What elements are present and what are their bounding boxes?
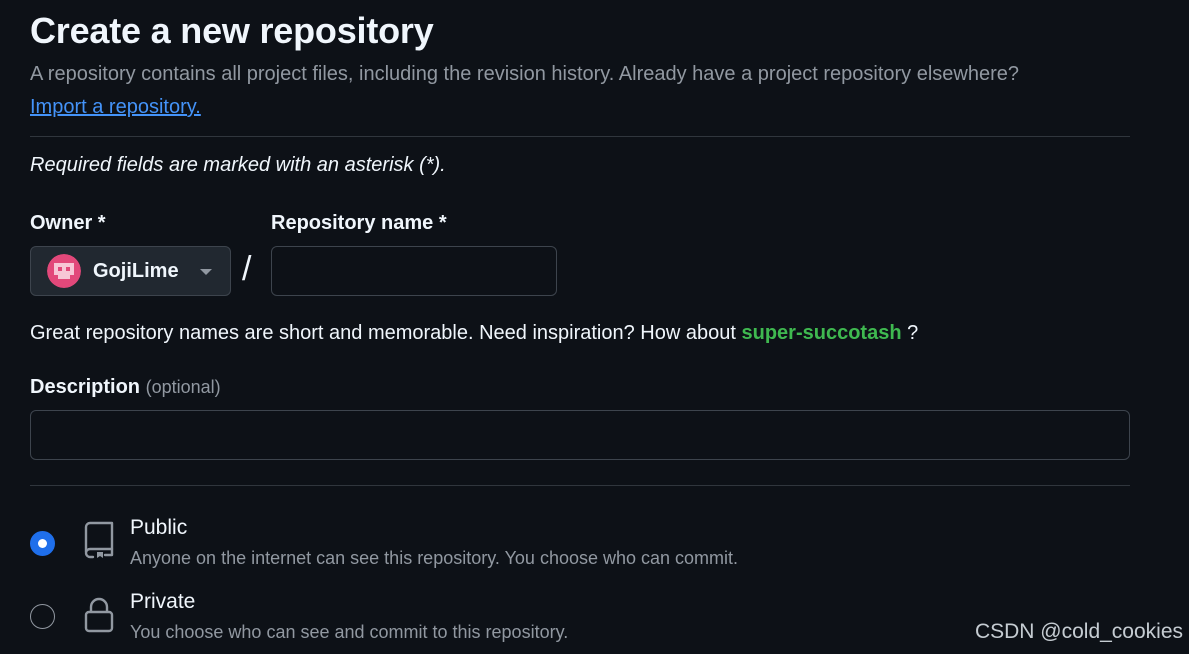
required-fields-note: Required fields are marked with an aster… bbox=[30, 154, 446, 176]
description-input[interactable] bbox=[30, 410, 1130, 460]
lock-icon bbox=[84, 597, 114, 633]
owner-select-button[interactable]: GojiLime bbox=[30, 246, 231, 296]
import-repository-link[interactable]: Import a repository. bbox=[30, 96, 201, 119]
caret-down-icon bbox=[200, 269, 212, 275]
page-subtitle: A repository contains all project files,… bbox=[30, 63, 1020, 85]
public-option-description: Anyone on the internet can see this repo… bbox=[130, 548, 739, 568]
name-suggestion-link[interactable]: super-succotash bbox=[741, 322, 901, 344]
private-option-title: Private bbox=[130, 590, 196, 613]
owner-name: GojiLime bbox=[93, 259, 179, 282]
watermark: CSDN @cold_cookies bbox=[974, 620, 1183, 643]
repo-icon bbox=[84, 521, 114, 559]
page-title: Create a new repository bbox=[30, 10, 434, 51]
avatar-icon bbox=[47, 254, 81, 288]
divider bbox=[30, 485, 1130, 486]
public-radio[interactable] bbox=[30, 531, 55, 556]
hint-text: Great repository names are short and mem… bbox=[30, 322, 742, 344]
owner-label: Owner * bbox=[30, 212, 106, 234]
private-radio[interactable] bbox=[30, 604, 55, 629]
repository-name-input[interactable] bbox=[271, 246, 557, 296]
divider bbox=[30, 136, 1130, 137]
repository-name-label: Repository name * bbox=[271, 212, 447, 234]
repository-name-hint: Great repository names are short and mem… bbox=[30, 322, 918, 345]
owner-repo-separator: / bbox=[242, 250, 252, 288]
private-option-description: You choose who can see and commit to thi… bbox=[130, 622, 569, 642]
public-option-title: Public bbox=[130, 516, 188, 539]
hint-suffix: ? bbox=[901, 322, 919, 344]
create-repository-page: Create a new repository A repository con… bbox=[0, 0, 1189, 654]
description-label: Description (optional) bbox=[30, 376, 221, 399]
optional-tag: (optional) bbox=[145, 377, 221, 397]
description-label-text: Description bbox=[30, 376, 141, 398]
